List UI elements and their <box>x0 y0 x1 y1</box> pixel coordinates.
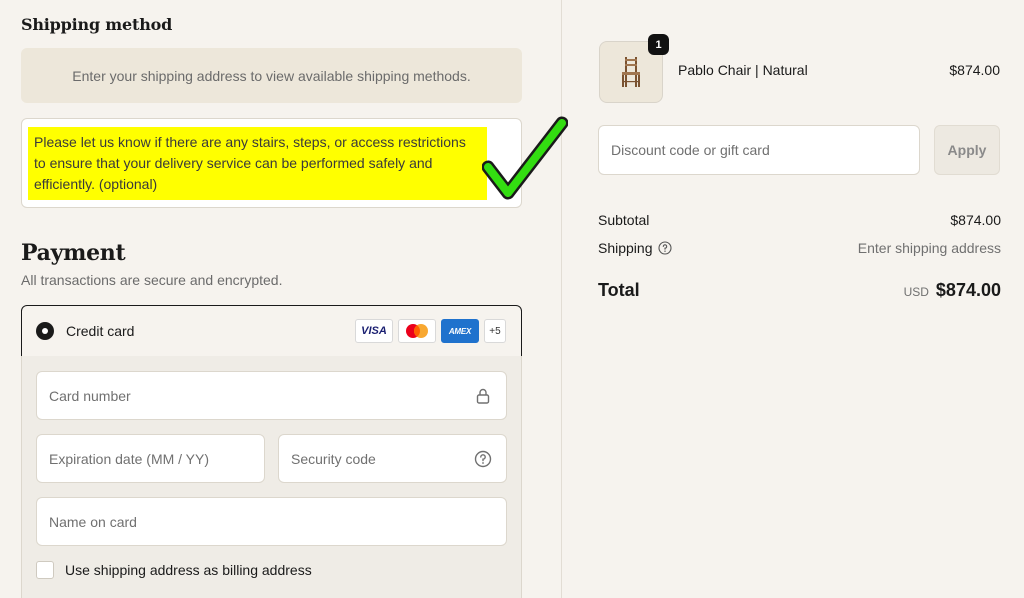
billing-address-label: Use shipping address as billing address <box>65 562 312 578</box>
credit-card-label: Credit card <box>66 323 135 339</box>
help-circle-icon[interactable] <box>474 450 492 468</box>
security-code-placeholder: Security code <box>291 450 376 467</box>
subtotal-label: Subtotal <box>598 212 650 228</box>
visa-icon: VISA <box>355 319 393 343</box>
credit-card-radio[interactable] <box>36 322 54 340</box>
total-label: Total <box>598 280 640 300</box>
checkmark-annotation-icon <box>482 116 568 200</box>
expiration-date-input[interactable]: Expiration date (MM / YY) <box>36 434 265 483</box>
billing-address-checkbox[interactable] <box>36 561 54 579</box>
help-circle-icon[interactable] <box>657 241 672 255</box>
shipping-methods-info-text: Enter your shipping address to view avai… <box>72 67 471 84</box>
product-price: $874.00 <box>949 62 1000 78</box>
shipping-value: Enter shipping address <box>857 240 1001 256</box>
chair-thumbnail <box>622 57 640 87</box>
security-code-input[interactable]: Security code <box>278 434 507 483</box>
delivery-notes-text: Please let us know if there are any stai… <box>28 127 487 200</box>
apply-discount-button[interactable]: Apply <box>934 125 1000 175</box>
credit-card-option[interactable]: Credit card VISA AMEX +5 <box>21 305 522 357</box>
subtotal-value: $874.00 <box>950 212 1001 228</box>
product-name: Pablo Chair | Natural <box>678 62 808 78</box>
lock-icon <box>476 388 490 404</box>
card-number-placeholder: Card number <box>49 387 131 404</box>
shipping-label: Shipping <box>598 240 653 256</box>
name-on-card-input[interactable]: Name on card <box>36 497 507 546</box>
total-row: Total USD $874.00 <box>598 280 1001 301</box>
shipping-methods-info: Enter your shipping address to view avai… <box>21 48 522 103</box>
quantity-badge: 1 <box>648 34 669 55</box>
expiration-placeholder: Expiration date (MM / YY) <box>49 450 210 467</box>
total-value: $874.00 <box>935 280 1001 300</box>
total-amount-wrap: USD $874.00 <box>904 280 1001 301</box>
payment-title: Payment <box>21 240 126 266</box>
billing-address-option[interactable]: Use shipping address as billing address <box>36 561 312 579</box>
more-brands-badge: +5 <box>484 319 506 343</box>
discount-placeholder: Discount code or gift card <box>611 142 770 158</box>
card-number-input[interactable]: Card number <box>36 371 507 420</box>
card-brand-icons: VISA AMEX +5 <box>355 319 506 343</box>
currency-code: USD <box>903 285 929 299</box>
subtotal-row: Subtotal $874.00 <box>598 212 1001 228</box>
shipping-label-wrap: Shipping <box>598 240 672 256</box>
payment-subtitle: All transactions are secure and encrypte… <box>21 272 283 288</box>
delivery-notes-field[interactable]: Please let us know if there are any stai… <box>21 118 522 208</box>
mastercard-icon <box>398 319 436 343</box>
amex-icon: AMEX <box>441 319 479 343</box>
shipping-row: Shipping Enter shipping address <box>598 240 1001 256</box>
shipping-method-title: Shipping method <box>21 15 173 34</box>
name-on-card-placeholder: Name on card <box>49 513 137 530</box>
discount-code-input[interactable]: Discount code or gift card <box>598 125 920 175</box>
